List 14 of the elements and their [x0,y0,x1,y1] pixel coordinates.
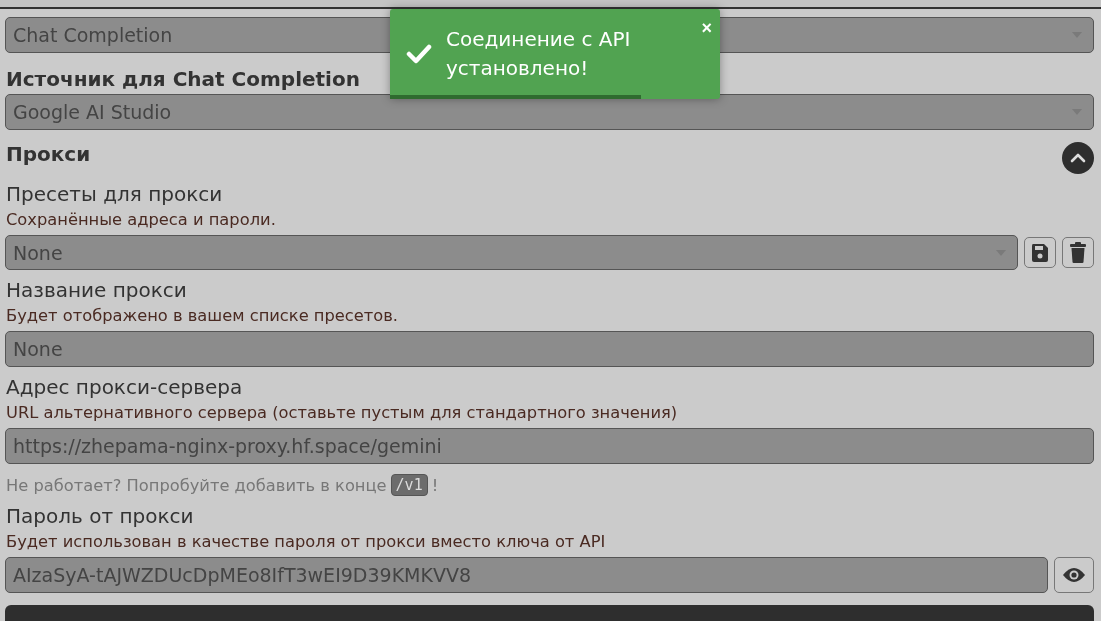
field-label: Адрес прокси-сервера [6,375,244,399]
field-label: Пароль от прокси [6,504,195,528]
source-label: Источник для Chat Completion [6,67,360,91]
proxy-section-title: Прокси [6,142,91,166]
toast-message: Соединение с API установлено! [446,26,632,82]
field-description: URL альтернативного сервера (оставьте пустым для стандартного значения) [6,403,679,422]
field-description: Сохранённые адреса и пароли. [6,210,277,229]
field-description: Будет использован в качестве пароля от прокси вместо ключа от API [6,532,607,551]
field-description: Будет отображено в вашем списке пресетов. [6,306,399,325]
field-label: Пресеты для прокси [6,182,224,206]
field-label: Название прокси [6,278,188,302]
hint-text: Не работает? Попробуйте добавить в конце [6,475,387,495]
code-snippet: /v1 [390,474,428,496]
hint-punctuation: ! [431,475,439,495]
